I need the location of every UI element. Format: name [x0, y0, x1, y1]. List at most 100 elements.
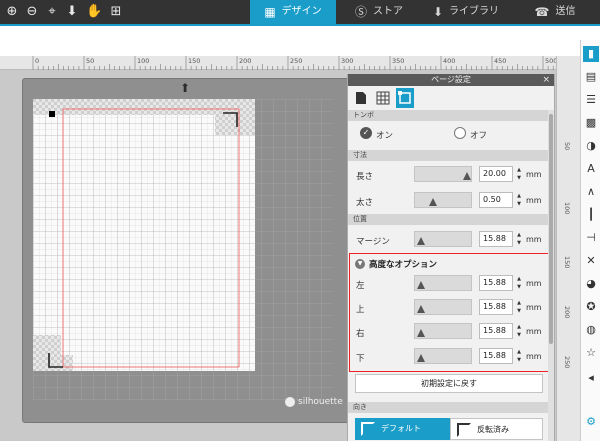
- length-slider[interactable]: [414, 166, 472, 182]
- ruler-ticks: 0 50 100 150 200 250 300 350 400 450 500: [32, 56, 574, 70]
- orientation-default-button[interactable]: デフォルト: [355, 418, 450, 440]
- thickness-spinner[interactable]: ▲ ▼: [515, 192, 523, 208]
- tab-grid[interactable]: [374, 88, 392, 108]
- right-margin-spinner[interactable]: ▲ ▼: [515, 323, 523, 339]
- vruler-tick: 200: [563, 306, 571, 319]
- grid-icon: [376, 91, 390, 105]
- left-margin-spinner[interactable]: ▲ ▼: [515, 275, 523, 291]
- tonbo-off-label: オフ: [470, 131, 488, 141]
- section-orientation: 向き: [348, 402, 548, 413]
- offset-star-icon[interactable]: ◕: [583, 276, 599, 292]
- left-margin-label: 左: [356, 281, 365, 291]
- bottom-margin-label: 下: [356, 354, 365, 364]
- bars-icon[interactable]: ┃: [583, 207, 599, 223]
- panel-scrollbar[interactable]: [548, 110, 554, 441]
- thickness-label: 太さ: [356, 198, 374, 208]
- mat-grid: [33, 99, 333, 401]
- top-toolbar: ⊕ ⊖ ⌖ ⬇ ✋ ⊞ ▦ デザイン Ⓢ ストア ⬇ ライブラリ ☎ 送信: [0, 0, 600, 26]
- orientation-reverse-button[interactable]: 反転済み: [450, 418, 543, 440]
- right-margin-input[interactable]: 15.88: [479, 323, 513, 339]
- tab-store[interactable]: Ⓢ ストア: [336, 0, 422, 24]
- thickness-slider-thumb[interactable]: [428, 198, 437, 206]
- add-icon[interactable]: ⊞: [108, 4, 124, 20]
- vruler-tick: 50: [563, 142, 571, 151]
- margin-slider[interactable]: [414, 231, 472, 247]
- thickness-input[interactable]: 0.50: [479, 192, 513, 208]
- margin-input[interactable]: 15.88: [479, 231, 513, 247]
- top-margin-input[interactable]: 15.88: [479, 299, 513, 315]
- page-setup-icon[interactable]: ▮: [583, 46, 599, 62]
- trace-icon[interactable]: ✪: [583, 299, 599, 315]
- margin-slider-thumb[interactable]: [417, 237, 425, 245]
- orientation-reverse-label: 反転済み: [477, 425, 509, 434]
- corner-mark-icon: [361, 422, 375, 436]
- fill-pattern-icon[interactable]: ▩: [583, 115, 599, 131]
- right-margin-unit: mm: [526, 327, 542, 336]
- contrast-icon[interactable]: ◑: [583, 138, 599, 154]
- top-margin-spinner[interactable]: ▲ ▼: [515, 299, 523, 315]
- vruler-tick: 150: [563, 256, 571, 269]
- top-margin-slider[interactable]: [414, 299, 472, 315]
- image-library-icon[interactable]: ▤: [583, 69, 599, 85]
- panel-scroll-thumb[interactable]: [549, 114, 553, 344]
- top-margin-label: 上: [356, 305, 365, 315]
- margin-spinner[interactable]: ▲ ▼: [515, 231, 523, 247]
- right-margin-slider[interactable]: [414, 323, 472, 339]
- zoom-out-icon[interactable]: ⊖: [24, 4, 40, 20]
- length-spinner[interactable]: ▲ ▼: [515, 166, 523, 182]
- tonbo-on-radio[interactable]: ✓: [360, 127, 372, 139]
- thickness-slider[interactable]: [414, 192, 472, 208]
- length-input[interactable]: 20.00: [479, 166, 513, 182]
- replicate-icon[interactable]: ✕: [583, 253, 599, 269]
- tab-library[interactable]: ⬇ ライブラリ: [422, 0, 510, 24]
- right-margin-label: 右: [356, 329, 365, 339]
- pan-hand-icon[interactable]: ✋: [86, 4, 102, 20]
- brand-text: silhouette: [298, 397, 343, 407]
- tab-send[interactable]: ☎ 送信: [510, 0, 600, 24]
- bottom-margin-spinner[interactable]: ▲ ▼: [515, 348, 523, 364]
- advanced-options-toggle[interactable]: ▼ 高度なオプション: [355, 258, 437, 270]
- tab-registration-marks[interactable]: [396, 88, 414, 108]
- silhouette-logo-icon: [285, 397, 295, 407]
- dots-icon[interactable]: ◍: [583, 322, 599, 338]
- silhouette-studio-window: ⊕ ⊖ ⌖ ⬇ ✋ ⊞ ▦ デザイン Ⓢ ストア ⬇ ライブラリ ☎ 送信 0 5…: [0, 0, 600, 441]
- section-tonbo: トンボ: [348, 110, 548, 121]
- reset-defaults-button[interactable]: 初期設定に戻す: [355, 374, 543, 393]
- vertical-ruler: 50 100 150 200 250: [556, 56, 580, 441]
- bottom-margin-slider[interactable]: [414, 348, 472, 364]
- arrow-icon[interactable]: ◂: [583, 370, 599, 386]
- collapse-chevron-icon: ▼: [355, 259, 365, 269]
- length-slider-thumb[interactable]: [463, 172, 471, 180]
- lines-icon[interactable]: ☰: [583, 92, 599, 108]
- zoom-fit-icon[interactable]: ⌖: [44, 4, 60, 20]
- top-margin-slider-thumb[interactable]: [417, 305, 425, 313]
- tonbo-off-radio[interactable]: [454, 127, 466, 139]
- tab-design[interactable]: ▦ デザイン: [250, 0, 336, 24]
- tab-page-setup[interactable]: [352, 88, 370, 108]
- sketch-icon[interactable]: ∧: [583, 184, 599, 200]
- ruler-tick-label: 350: [392, 57, 404, 65]
- transform-icon[interactable]: ⊣: [583, 230, 599, 246]
- panel-titlebar[interactable]: ページ設定 ×: [348, 74, 554, 86]
- star-icon[interactable]: ☆: [583, 345, 599, 361]
- left-margin-slider-thumb[interactable]: [417, 281, 425, 289]
- orientation-default-label: デフォルト: [381, 424, 421, 433]
- right-margin-slider-thumb[interactable]: [417, 329, 425, 337]
- top-margin-unit: mm: [526, 303, 542, 312]
- length-unit: mm: [526, 170, 542, 179]
- panel-close-button[interactable]: ×: [542, 74, 550, 86]
- cutting-mat[interactable]: ⬆ silhouette: [22, 78, 352, 423]
- corner-mark-reversed-icon: [457, 423, 471, 437]
- settings-icon[interactable]: ⚙: [583, 414, 599, 430]
- text-icon[interactable]: A: [583, 161, 599, 177]
- bottom-margin-input[interactable]: 15.88: [479, 348, 513, 364]
- bottom-margin-slider-thumb[interactable]: [417, 354, 425, 362]
- left-margin-slider[interactable]: [414, 275, 472, 291]
- left-margin-input[interactable]: 15.88: [479, 275, 513, 291]
- send-cutter-icon: ☎: [534, 5, 550, 19]
- zoom-in-icon[interactable]: ⊕: [4, 4, 20, 20]
- section-dimensions: 寸法: [348, 150, 548, 161]
- tab-library-label: ライブラリ: [449, 6, 500, 17]
- move-down-icon[interactable]: ⬇: [64, 4, 80, 20]
- ruler-tick-label: 400: [443, 57, 455, 65]
